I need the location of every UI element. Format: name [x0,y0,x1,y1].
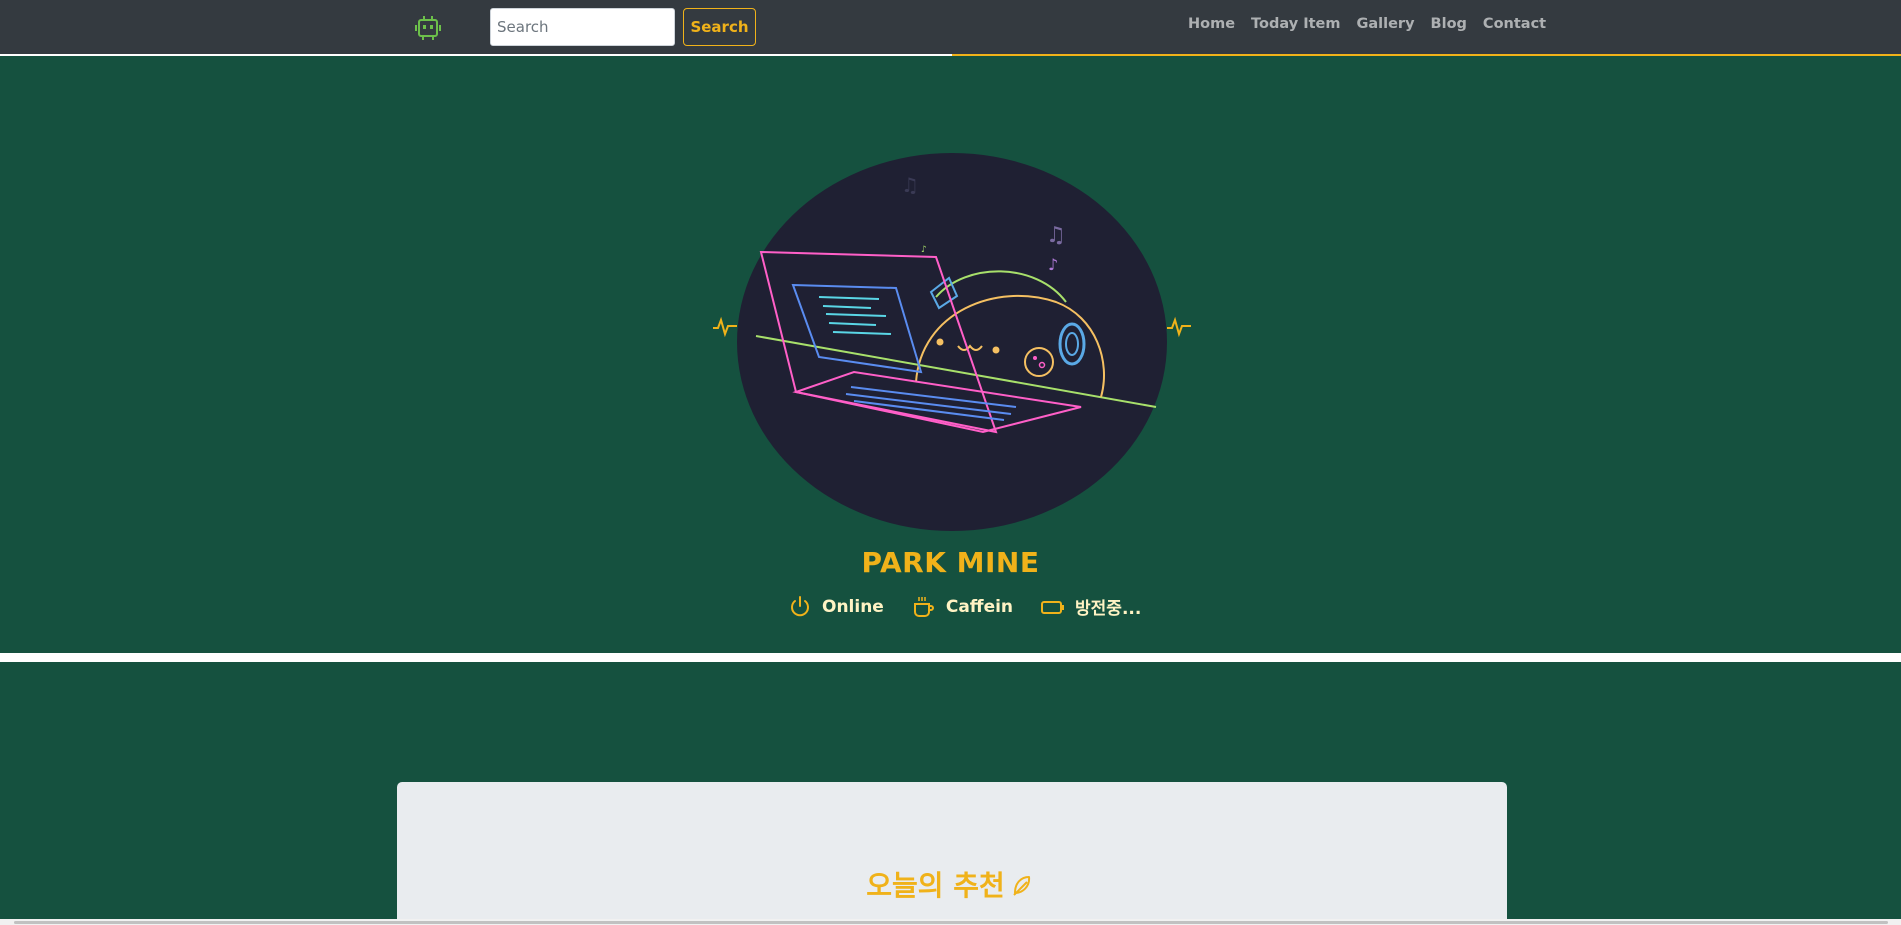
feather-icon [1013,876,1030,896]
status-label: Online [822,596,884,617]
heartbeat-icon [713,316,737,338]
search-input[interactable] [490,8,675,46]
battery-icon [1041,600,1065,614]
status-label: Caffein [945,596,1014,617]
recommend-title: 오늘의 추천 [0,864,1901,904]
recommend-title-text: 오늘의 추천 [866,869,1005,902]
navbar: Search Home Today Item Gallery Blog Cont… [0,0,1901,56]
nav-link-contact[interactable]: Contact [1475,16,1554,32]
status-item-battery: 방전중... [1041,594,1141,619]
svg-text:♫: ♫ [1046,223,1066,248]
power-icon [791,595,809,616]
profile-name: PARK MINE [861,546,1040,579]
svg-text:♪: ♪ [1048,255,1058,274]
status-label: 방전중... [1075,599,1142,619]
status-item-online: Online [788,595,884,619]
cat-at-laptop-illustration: ♫ ♪ ♫ ♪ [736,152,1168,532]
section-divider [0,653,1901,662]
nav-link-blog[interactable]: Blog [1423,16,1475,32]
status-row: Online Caffein 방전중... [788,594,1141,619]
nav-link-home[interactable]: Home [1180,16,1243,32]
scrollbar-thumb[interactable] [14,921,1888,924]
nav-link-gallery[interactable]: Gallery [1348,16,1422,32]
nav-link-today-item[interactable]: Today Item [1243,16,1348,32]
search-button[interactable]: Search [683,8,756,46]
nav-links: Home Today Item Gallery Blog Contact [1180,16,1554,32]
coffee-cup-icon [913,596,934,617]
status-item-caffein: Caffein [912,595,1013,619]
pixel-robot-icon[interactable] [412,12,444,44]
heartbeat-icon [1167,316,1191,338]
svg-text:♪: ♪ [921,245,927,255]
svg-text:♫: ♫ [901,173,919,197]
